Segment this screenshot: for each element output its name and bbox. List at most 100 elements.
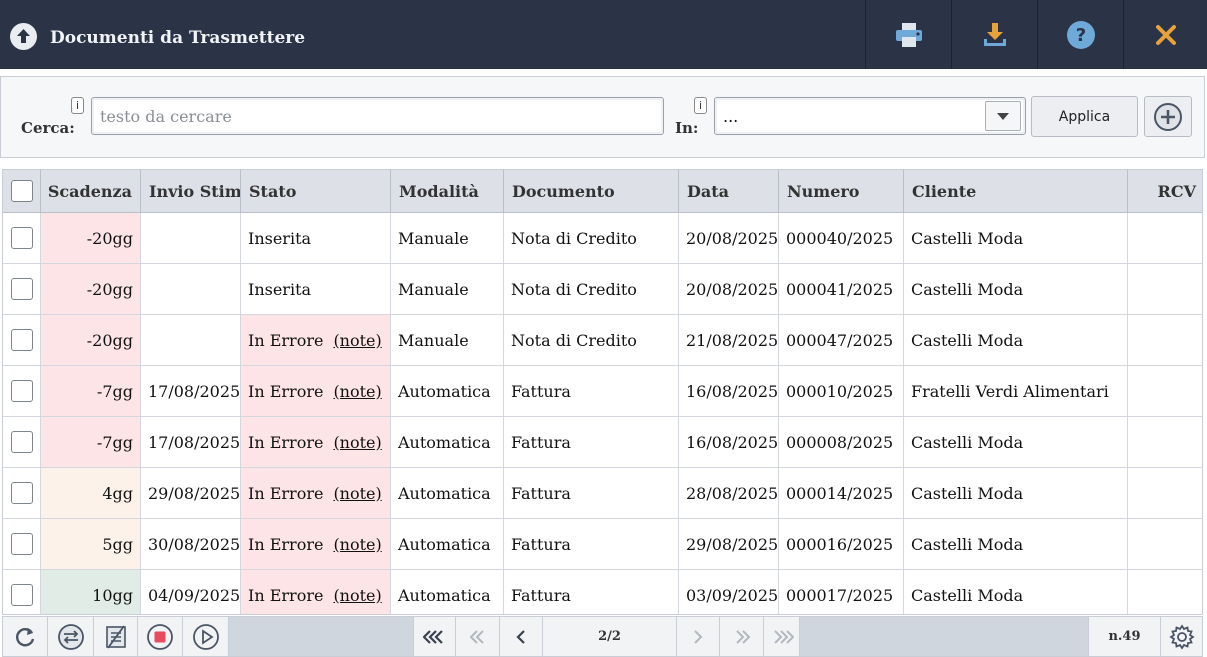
cell-invio-stima-text: 17/08/2025	[148, 432, 241, 452]
note-link[interactable]: (note)	[333, 484, 381, 503]
search-input[interactable]	[91, 97, 664, 135]
first-page-button[interactable]	[414, 617, 456, 656]
cell-select	[3, 417, 41, 467]
cell-modalita-text: Automatica	[398, 585, 491, 605]
row-checkbox[interactable]	[10, 278, 33, 300]
select-all-checkbox[interactable]	[10, 180, 33, 202]
cell-documento: Nota di Credito	[504, 264, 679, 314]
record-count: n.49	[1089, 617, 1161, 656]
table-row[interactable]: -20gg Inserita Manuale Nota di Credito 20/08…	[3, 264, 1202, 315]
row-checkbox[interactable]	[10, 533, 33, 555]
cell-invio-stima-text: 30/08/2025	[148, 534, 241, 554]
header-data[interactable]: Data	[679, 170, 779, 212]
cell-scadenza: 10gg	[41, 570, 141, 614]
stop-button[interactable]	[138, 617, 183, 656]
apply-button[interactable]: Applica	[1031, 96, 1138, 137]
header-modalita[interactable]: Modalità	[391, 170, 504, 212]
cell-documento: Fattura	[504, 519, 679, 569]
cell-data: 28/08/2025	[679, 468, 779, 518]
next-page-icon	[694, 629, 703, 644]
cell-data: 20/08/2025	[679, 264, 779, 314]
row-checkbox[interactable]	[10, 227, 33, 249]
cell-scadenza: 4gg	[41, 468, 141, 518]
cell-documento: Fattura	[504, 366, 679, 416]
print-button[interactable]	[865, 0, 951, 69]
add-filter-button[interactable]	[1144, 96, 1192, 137]
search-field-select[interactable]: ...	[714, 97, 1026, 135]
cell-numero-text: 000008/2025	[786, 432, 894, 452]
chevron-down-icon[interactable]	[985, 101, 1021, 131]
cell-cliente-text: Castelli Moda	[911, 432, 1024, 452]
note-link[interactable]: (note)	[333, 331, 381, 350]
play-button[interactable]	[183, 617, 229, 656]
prev-fast-button[interactable]	[456, 617, 500, 656]
cell-documento: Nota di Credito	[504, 213, 679, 263]
toggle-filter-button[interactable]	[48, 617, 94, 656]
cell-cliente: Castelli Moda	[904, 264, 1128, 314]
close-icon	[1155, 24, 1176, 45]
cell-invio-stima-text: 29/08/2025	[148, 483, 241, 503]
cell-rcv	[1128, 315, 1202, 365]
cell-documento-text: Nota di Credito	[511, 228, 637, 248]
next-fast-button[interactable]	[720, 617, 764, 656]
row-checkbox[interactable]	[10, 584, 33, 606]
cell-data: 21/08/2025	[679, 315, 779, 365]
note-link[interactable]: (note)	[333, 586, 381, 605]
no-edit-icon	[105, 624, 126, 649]
in-info-icon[interactable]: i	[694, 97, 707, 114]
cell-select	[3, 570, 41, 614]
cell-stato: Inserita	[241, 264, 391, 314]
row-checkbox[interactable]	[10, 482, 33, 504]
cell-documento-text: Nota di Credito	[511, 279, 637, 299]
cell-stato: In Errore (note)	[241, 417, 391, 467]
header-documento[interactable]: Documento	[504, 170, 679, 212]
row-checkbox[interactable]	[10, 329, 33, 351]
header-rcv[interactable]: RCV	[1128, 170, 1202, 212]
toolbar-spacer-right	[800, 617, 1089, 656]
table-row[interactable]: -7gg 17/08/2025 In Errore (note) Automatica F…	[3, 417, 1202, 468]
cell-numero-text: 000010/2025	[786, 381, 894, 401]
cell-invio-stima	[141, 264, 241, 314]
cell-documento-text: Fattura	[511, 483, 571, 503]
note-link[interactable]: (note)	[333, 382, 381, 401]
note-link[interactable]: (note)	[333, 535, 381, 554]
table-row[interactable]: 5gg 30/08/2025 In Errore (note) Automatica Fa…	[3, 519, 1202, 570]
cell-numero: 000014/2025	[779, 468, 904, 518]
last-page-button[interactable]	[764, 617, 800, 656]
table-row[interactable]: 10gg 04/09/2025 In Errore (note) Automatica F…	[3, 570, 1202, 614]
play-icon	[192, 623, 219, 650]
header-invio-stima[interactable]: Invio Stima	[141, 170, 241, 212]
edit-disabled-button[interactable]	[94, 617, 138, 656]
cell-modalita: Automatica	[391, 570, 504, 614]
download-button[interactable]	[951, 0, 1037, 69]
row-checkbox[interactable]	[10, 380, 33, 402]
search-label: Cerca:	[21, 119, 75, 137]
search-info-icon[interactable]: i	[71, 97, 84, 114]
page-indicator: 2/2	[543, 617, 677, 656]
cell-data: 20/08/2025	[679, 213, 779, 263]
cell-cliente: Castelli Moda	[904, 213, 1128, 263]
row-checkbox[interactable]	[10, 431, 33, 453]
prev-page-button[interactable]	[500, 617, 543, 656]
cell-documento: Nota di Credito	[504, 315, 679, 365]
header-numero[interactable]: Numero	[779, 170, 904, 212]
cell-modalita: Automatica	[391, 417, 504, 467]
cell-cliente: Castelli Moda	[904, 417, 1128, 467]
header-scadenza[interactable]: Scadenza	[41, 170, 141, 212]
close-button[interactable]	[1123, 0, 1207, 69]
cell-data-text: 21/08/2025	[686, 330, 779, 350]
table-row[interactable]: -7gg 17/08/2025 In Errore (note) Automatica F…	[3, 366, 1202, 417]
cell-scadenza: -20gg	[41, 213, 141, 263]
header-cliente[interactable]: Cliente	[904, 170, 1128, 212]
table-row[interactable]: 4gg 29/08/2025 In Errore (note) Automatica Fa…	[3, 468, 1202, 519]
header-stato[interactable]: Stato	[241, 170, 391, 212]
table-row[interactable]: -20gg In Errore (note) Manuale Nota di Credi…	[3, 315, 1202, 366]
settings-button[interactable]	[1161, 617, 1202, 656]
next-page-button[interactable]	[677, 617, 720, 656]
swap-arrows-icon	[57, 623, 84, 650]
table-row[interactable]: -20gg Inserita Manuale Nota di Credito 20/08…	[3, 213, 1202, 264]
note-link[interactable]: (note)	[333, 433, 381, 452]
help-button[interactable]: ?	[1037, 0, 1123, 69]
cell-modalita-text: Manuale	[398, 330, 469, 350]
refresh-button[interactable]	[3, 617, 48, 656]
